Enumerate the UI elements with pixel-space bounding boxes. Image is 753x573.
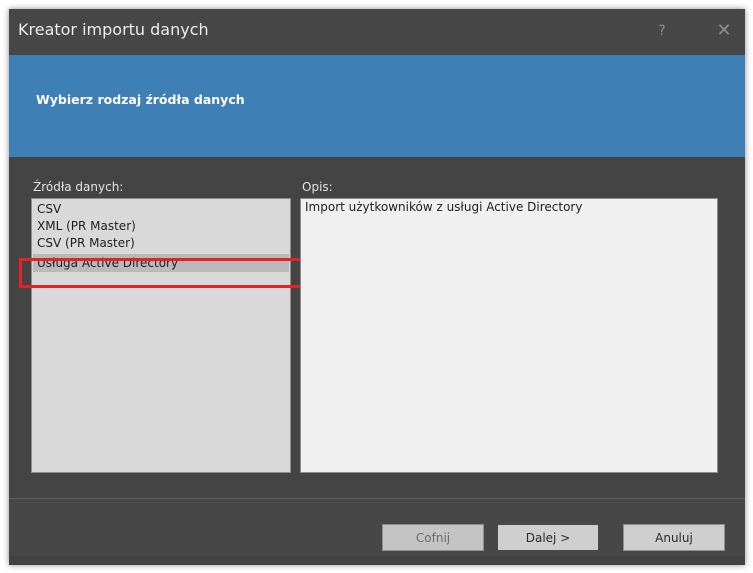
sources-label: Źródła danych: — [33, 180, 124, 194]
cancel-button[interactable]: Anuluj — [623, 524, 725, 551]
back-button[interactable]: Cofnij — [382, 524, 484, 551]
source-item-label: CSV (PR Master) — [37, 236, 135, 250]
step-title: Wybierz rodzaj źródła danych — [36, 92, 245, 107]
source-item-xml-pr-master[interactable]: XML (PR Master) — [37, 217, 136, 235]
close-icon[interactable]: ✕ — [711, 19, 737, 43]
wizard-header: Wybierz rodzaj źródła danych — [9, 55, 745, 157]
data-source-list[interactable]: CSV XML (PR Master) CSV (PR Master) Usłu… — [31, 198, 291, 473]
source-item-label: CSV — [37, 202, 62, 216]
window-title: Kreator importu danych — [18, 20, 209, 39]
source-item-label: Usługa Active Directory — [37, 256, 179, 270]
import-wizard-window: Kreator importu danych ? ✕ Wybierz rodza… — [9, 9, 745, 565]
description-text: Import użytkowników z usługi Active Dire… — [305, 200, 583, 214]
source-item-csv[interactable]: CSV — [37, 200, 61, 218]
help-icon[interactable]: ? — [649, 19, 675, 43]
next-button[interactable]: Dalej > — [497, 524, 599, 551]
source-item-csv-pr-master[interactable]: CSV (PR Master) — [37, 234, 135, 252]
description-box: Import użytkowników z usługi Active Dire… — [300, 198, 718, 473]
source-item-active-directory[interactable]: Usługa Active Directory — [33, 254, 289, 272]
source-item-label: XML (PR Master) — [37, 219, 136, 233]
title-bar: Kreator importu danych ? ✕ — [9, 9, 745, 55]
description-label: Opis: — [302, 180, 333, 194]
